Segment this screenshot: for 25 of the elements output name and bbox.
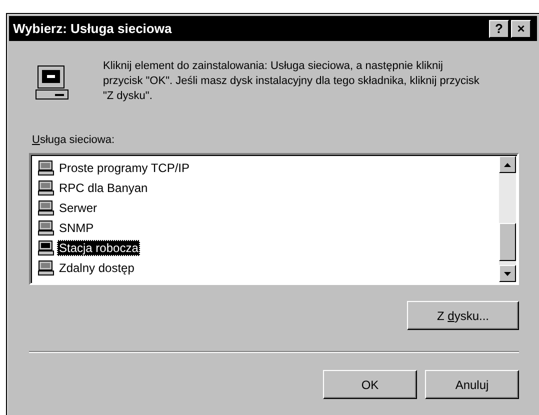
computer-icon	[38, 220, 54, 236]
have-disk-button[interactable]: Z dysku...	[407, 301, 519, 330]
computer-icon	[38, 160, 54, 176]
dialog-button[interactable]: OK	[323, 370, 417, 399]
list-label: Usługa sieciowa:	[31, 134, 116, 146]
window-title: Wybierz: Usługa sieciowa	[13, 21, 172, 36]
computer-icon	[38, 180, 54, 196]
scrollbar[interactable]	[499, 156, 516, 282]
down-arrow-icon	[504, 272, 511, 276]
close-button[interactable]: ×	[511, 20, 531, 38]
list-item[interactable]: Proste programy TCP/IP	[38, 158, 499, 178]
dialog-button[interactable]: Anuluj	[425, 370, 519, 399]
computer-icon	[38, 200, 54, 216]
service-list[interactable]: Proste programy TCP/IP RPC dla Banyan Serwer SNMP Stacja robocza Zdalny dostęp	[29, 153, 519, 285]
list-item[interactable]: Stacja robocza	[38, 238, 499, 258]
computer-icon	[38, 240, 54, 256]
list-item[interactable]: Serwer	[38, 198, 499, 218]
computer-icon	[38, 260, 54, 276]
list-item[interactable]: SNMP	[38, 218, 499, 238]
up-arrow-icon	[504, 162, 511, 166]
help-button[interactable]: ?	[489, 20, 509, 38]
instruction-text: Kliknij element do zainstalowania: Usługa sieciowa, a następnie kliknij przycisk "OK". Jeśli masz dysk instalacyjny dla tego składnika, kliknij przycisk "Z dysku".	[103, 59, 480, 104]
list-item[interactable]: Zdalny dostęp	[38, 258, 499, 278]
computer-icon	[35, 65, 69, 101]
list-item[interactable]: RPC dla Banyan	[38, 178, 499, 198]
